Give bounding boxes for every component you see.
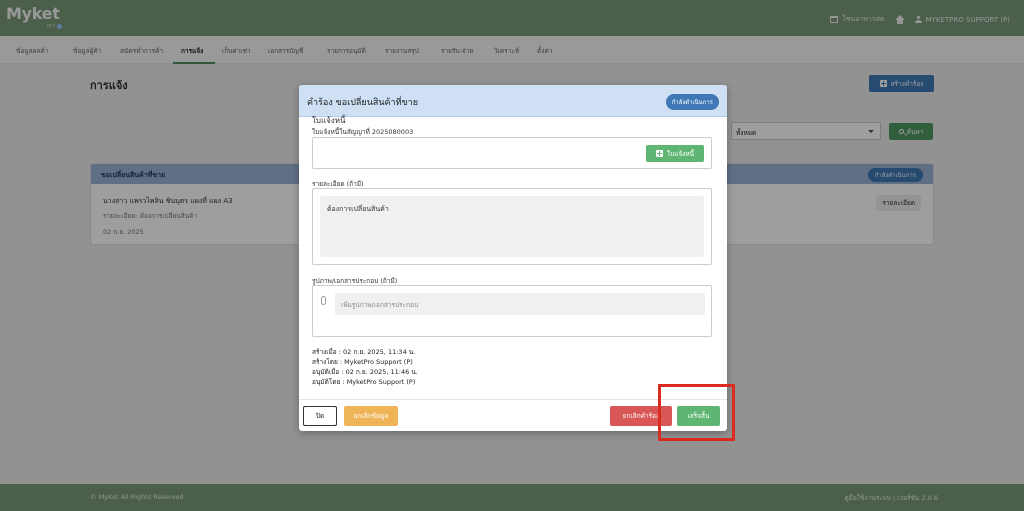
plus-icon (655, 150, 663, 157)
invoice-button[interactable]: ใบแจ้งหนี้ (646, 145, 704, 162)
detail-box: ต้องการเปลี่ยนสินค้า (312, 188, 712, 265)
invoice-label: ใบแจ้งหนี้ในสัญญาที่ 2025080003 (312, 128, 414, 136)
invoice-box: ใบแจ้งหนี้ (312, 137, 712, 169)
modal-title: คำร้อง ขอเปลี่ยนสินค้าที่ขาย (307, 98, 418, 108)
modal-status-badge: กำลังดำเนินการ (665, 94, 719, 110)
paperclip-icon (321, 296, 326, 305)
invoice-button-label: ใบแจ้งหนี้ (666, 149, 695, 158)
meta-approved-at: อนุมัติเมื่อ : 02 ก.ย. 2025, 11:46 น. (312, 368, 418, 376)
modal-body: ใบแจ้งหนี้ ใบแจ้งหนี้ในสัญญาที่ 20250800… (299, 116, 727, 399)
meta-created-at: สร้างเมื่อ : 02 ก.ย. 2025, 11:34 น. (312, 348, 416, 356)
attach-input[interactable]: เพิ่มรูปภาพ/เอกสารประกอบ (335, 293, 705, 315)
invoice-section-title: ใบแจ้งหนี้ (312, 116, 346, 125)
meta-approved-by: อนุมัติโดย : MyketPro Support (P) (312, 378, 416, 386)
modal-header: คำร้อง ขอเปลี่ยนสินค้าที่ขาย กำลังดำเนิน… (299, 85, 727, 117)
request-modal: คำร้อง ขอเปลี่ยนสินค้าที่ขาย กำลังดำเนิน… (299, 85, 727, 431)
highlight-box (658, 384, 735, 441)
cancel-data-button[interactable]: ยกเลิกข้อมูล (344, 406, 398, 426)
detail-textarea[interactable]: ต้องการเปลี่ยนสินค้า (320, 196, 704, 257)
close-button[interactable]: ปิด (303, 406, 337, 426)
meta-created-by: สร้างโดย : MyketPro Support (P) (312, 358, 413, 366)
attach-box: เพิ่มรูปภาพ/เอกสารประกอบ (312, 285, 712, 337)
